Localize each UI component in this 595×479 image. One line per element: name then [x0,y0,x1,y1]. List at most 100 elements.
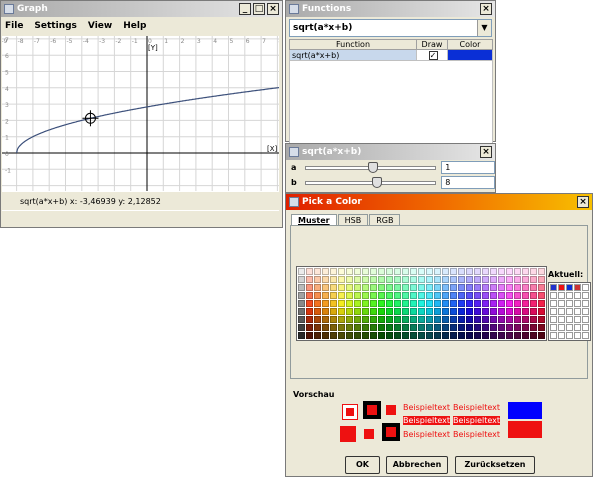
color-swatch[interactable] [434,276,441,283]
color-swatch[interactable] [362,332,369,339]
color-swatch[interactable] [466,316,473,323]
color-swatch[interactable] [530,292,537,299]
color-swatch[interactable] [314,316,321,323]
color-swatch[interactable] [410,284,417,291]
recent-swatch[interactable] [582,332,589,339]
recent-swatch[interactable] [558,332,565,339]
color-swatch[interactable] [402,292,409,299]
color-swatch[interactable] [466,308,473,315]
color-swatch[interactable] [498,332,505,339]
recent-swatch[interactable] [582,284,589,291]
color-swatch[interactable] [434,332,441,339]
color-swatch[interactable] [298,332,305,339]
color-swatch[interactable] [474,300,481,307]
color-swatch[interactable] [458,324,465,331]
color-swatch[interactable] [378,324,385,331]
draw-checkbox[interactable]: ✓ [428,50,438,60]
color-swatch[interactable] [498,324,505,331]
color-swatch[interactable] [538,268,545,275]
color-swatch[interactable] [386,300,393,307]
color-swatch[interactable] [378,316,385,323]
color-swatch[interactable] [330,284,337,291]
color-swatch[interactable] [538,292,545,299]
color-swatch[interactable] [474,284,481,291]
color-swatch[interactable] [354,308,361,315]
color-swatch[interactable] [354,300,361,307]
color-swatch[interactable] [394,316,401,323]
color-swatch[interactable] [506,292,513,299]
color-swatch[interactable] [458,308,465,315]
color-swatch[interactable] [450,332,457,339]
color-swatch[interactable] [330,324,337,331]
row-draw-cell[interactable]: ✓ [416,49,448,61]
color-swatch[interactable] [434,268,441,275]
table-row[interactable]: sqrt(a*x+b) ✓ [289,49,493,61]
recent-swatch[interactable] [582,324,589,331]
color-swatch[interactable] [410,316,417,323]
param-b-input[interactable]: 8 [441,176,496,189]
close-icon[interactable]: × [577,196,589,208]
col-color[interactable]: Color [447,39,493,50]
color-swatch[interactable] [490,292,497,299]
color-swatch[interactable] [458,332,465,339]
color-swatch[interactable] [306,324,313,331]
recent-swatch[interactable] [566,292,573,299]
color-swatch[interactable] [474,316,481,323]
color-swatch[interactable] [442,316,449,323]
color-swatch[interactable] [506,308,513,315]
color-swatch[interactable] [482,332,489,339]
color-swatch[interactable] [442,308,449,315]
color-swatch[interactable] [450,268,457,275]
color-swatch[interactable] [506,284,513,291]
color-swatch[interactable] [322,292,329,299]
color-swatch[interactable] [530,284,537,291]
color-swatch[interactable] [442,284,449,291]
chevron-down-icon[interactable]: ▼ [477,20,491,36]
color-titlebar[interactable]: Pick a Color × [286,194,592,210]
close-icon[interactable]: × [480,146,492,158]
color-swatch[interactable] [330,292,337,299]
color-swatch[interactable] [330,332,337,339]
color-swatch[interactable] [474,332,481,339]
param-a-input[interactable]: 1 [441,161,496,174]
color-swatch[interactable] [322,300,329,307]
recent-swatch[interactable] [550,332,557,339]
color-swatch[interactable] [442,292,449,299]
color-swatch[interactable] [514,332,521,339]
color-swatch[interactable] [530,308,537,315]
recent-swatch[interactable] [566,324,573,331]
color-swatch[interactable] [514,308,521,315]
color-swatch[interactable] [426,324,433,331]
color-swatch[interactable] [370,332,377,339]
color-swatch[interactable] [474,292,481,299]
recent-swatch[interactable] [574,308,581,315]
color-swatch[interactable] [474,268,481,275]
function-combo[interactable]: sqrt(a*x+b) ▼ [289,19,492,37]
color-swatch[interactable] [506,268,513,275]
recent-swatch[interactable] [566,308,573,315]
recent-swatch[interactable] [550,300,557,307]
color-swatch[interactable] [418,324,425,331]
color-swatch[interactable] [498,300,505,307]
color-swatch[interactable] [538,324,545,331]
recent-swatch[interactable] [566,332,573,339]
color-swatch[interactable] [338,276,345,283]
color-swatch[interactable] [330,308,337,315]
color-swatch[interactable] [530,300,537,307]
color-swatch[interactable] [394,324,401,331]
graph-plot[interactable]: -9-8-7-6-5-4-3-2-101234567876543210-1[Y]… [2,36,279,211]
color-swatch[interactable] [514,324,521,331]
color-swatch[interactable] [402,308,409,315]
color-swatch[interactable] [346,324,353,331]
color-swatch[interactable] [466,292,473,299]
color-swatch[interactable] [458,276,465,283]
color-swatch[interactable] [522,308,529,315]
color-swatch[interactable] [458,300,465,307]
color-swatch[interactable] [394,300,401,307]
color-swatch[interactable] [514,300,521,307]
color-swatch[interactable] [322,324,329,331]
color-swatch[interactable] [402,284,409,291]
color-swatch[interactable] [386,292,393,299]
color-swatch[interactable] [338,284,345,291]
color-swatch[interactable] [426,300,433,307]
